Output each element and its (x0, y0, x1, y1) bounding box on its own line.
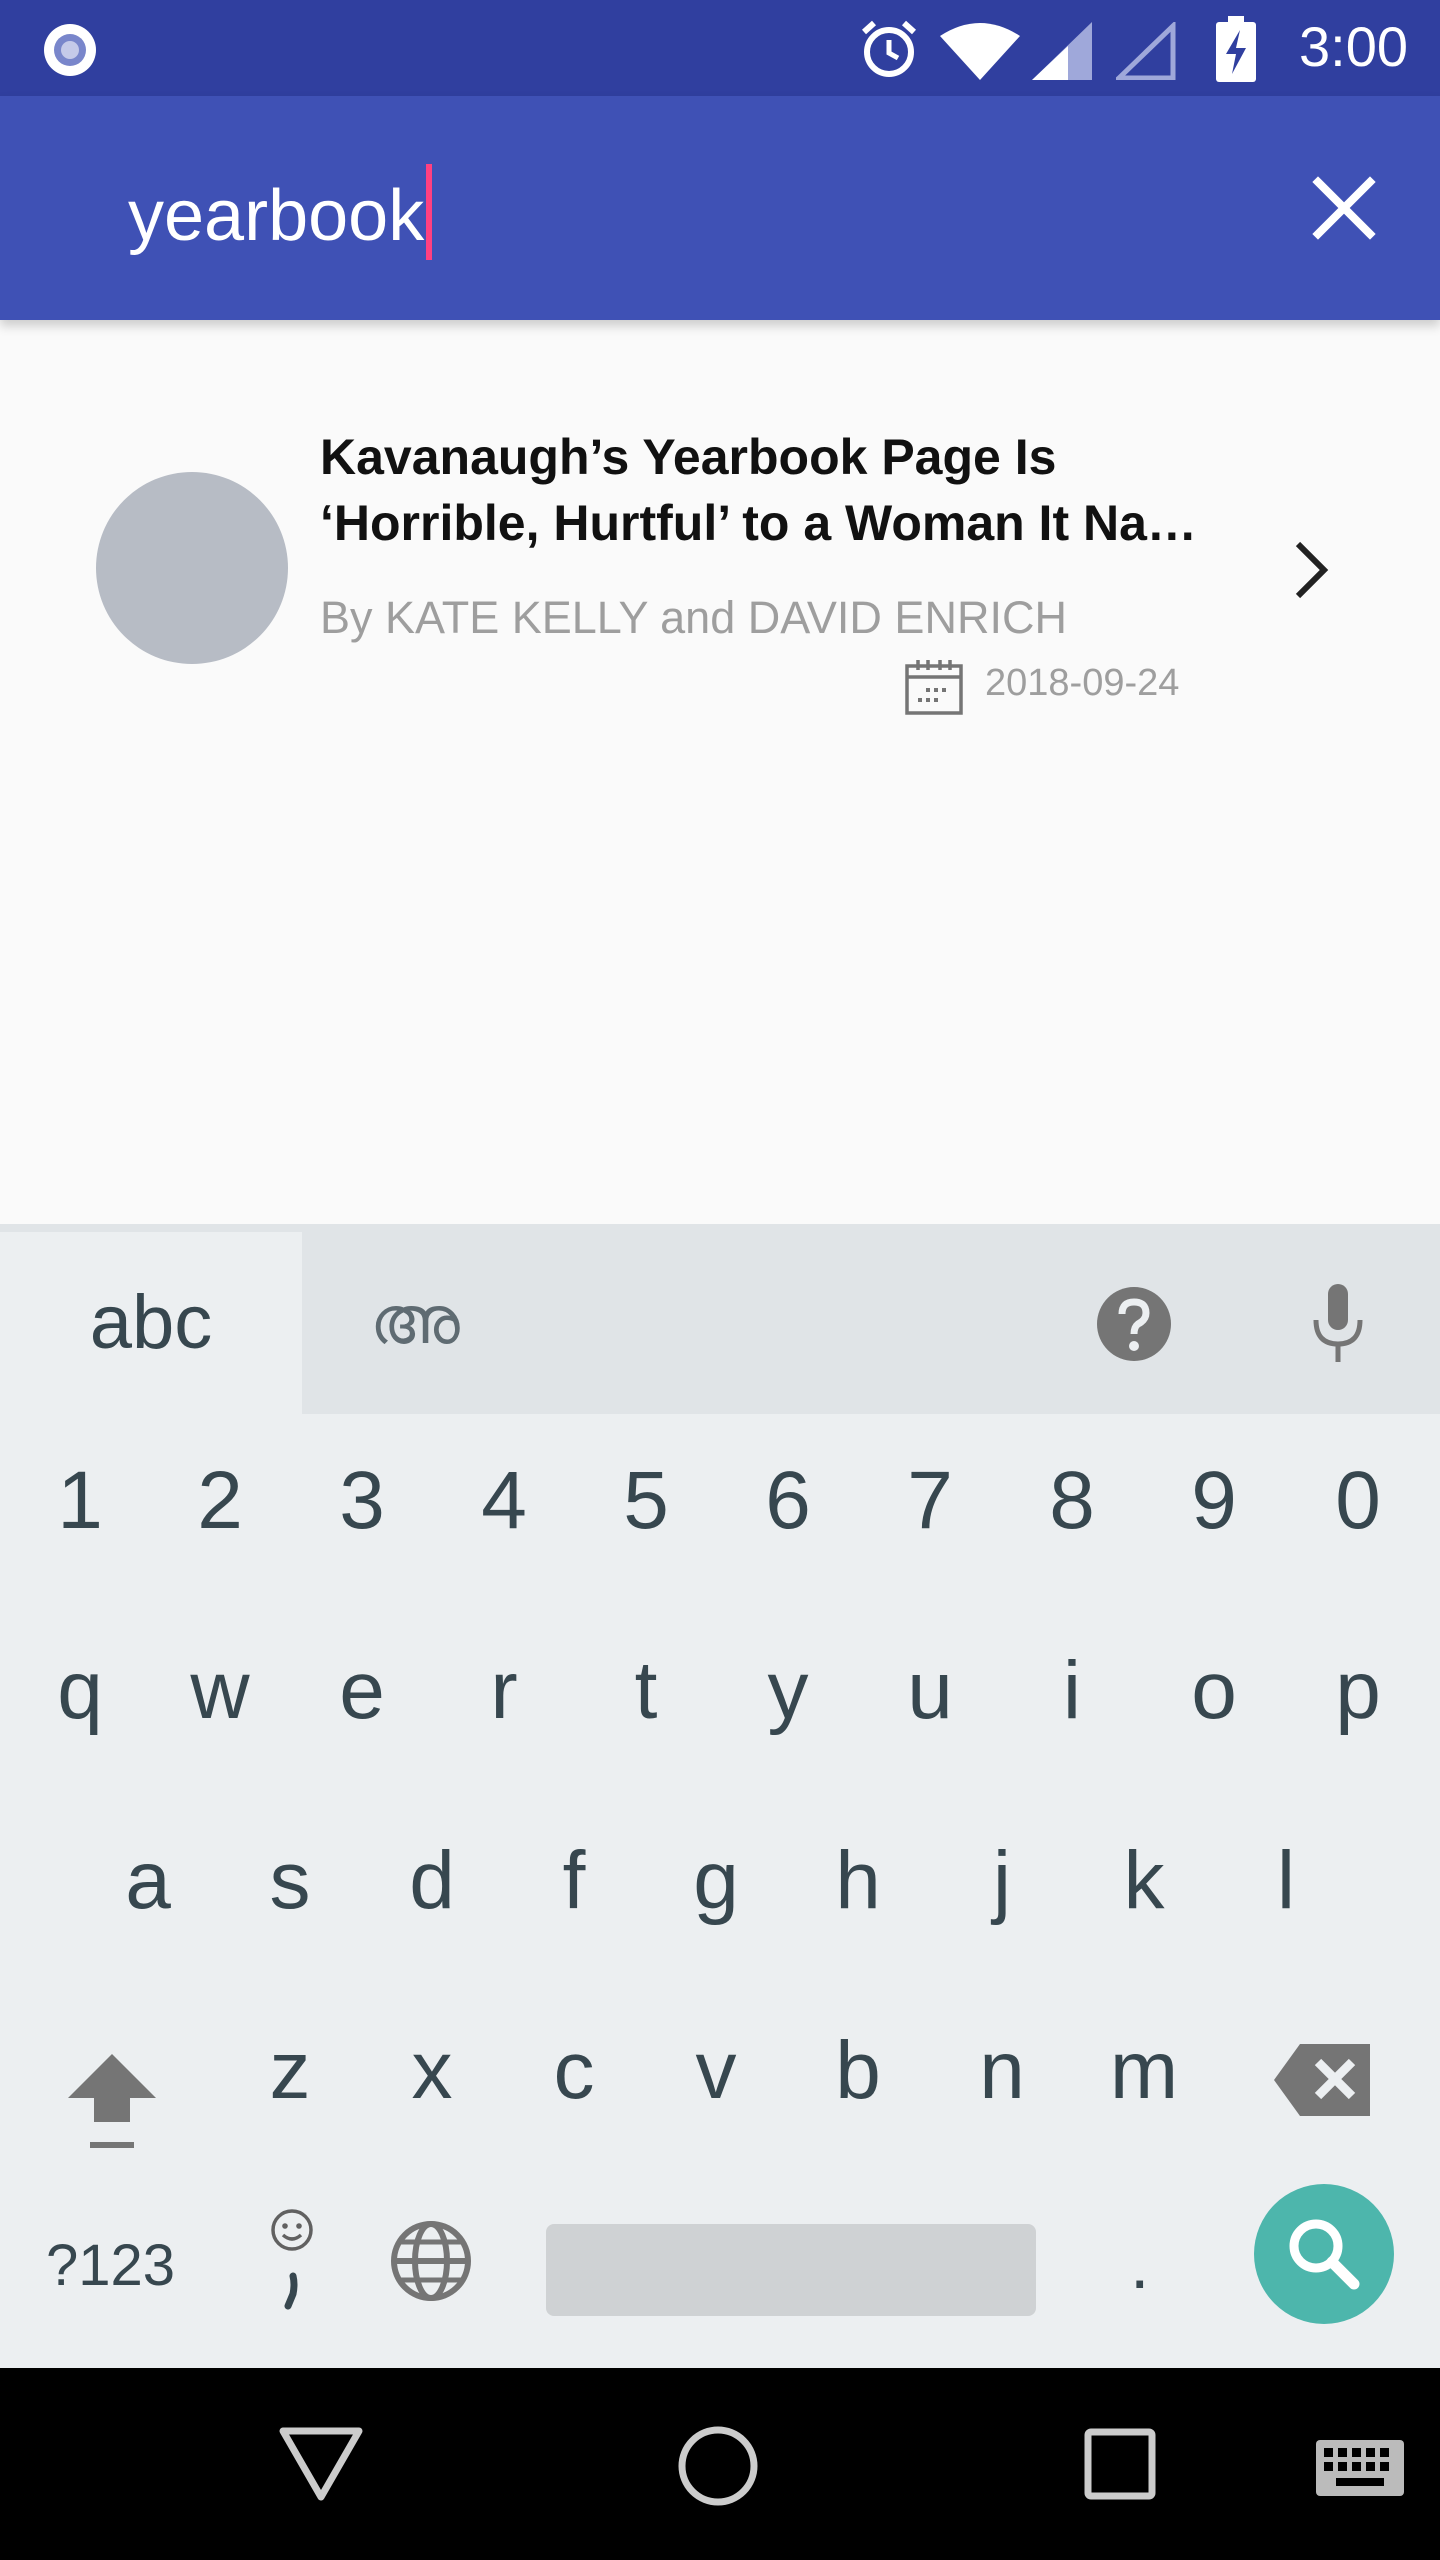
search-input[interactable]: yearbook (128, 164, 433, 260)
space-key[interactable] (546, 2224, 1036, 2316)
recents-icon[interactable] (1084, 2428, 1156, 2500)
article-date: 2018-09-24 (985, 662, 1180, 704)
status-time: 3:00 (1299, 15, 1408, 78)
text-cursor (426, 164, 433, 260)
key-9[interactable]: 9 (1174, 1454, 1254, 1548)
cell-signal-empty-icon (1116, 22, 1176, 80)
key-1[interactable]: 1 (40, 1454, 120, 1548)
calendar-icon (905, 660, 963, 715)
key-t[interactable]: t (606, 1644, 686, 1738)
letter-row-q: q w e r t y u i o p (0, 1644, 1440, 1744)
navigation-bar (0, 2368, 1440, 2560)
key-i[interactable]: i (1032, 1644, 1112, 1738)
key-c[interactable]: c (534, 2024, 614, 2118)
key-f[interactable]: f (534, 1834, 614, 1928)
battery-charging-icon (1216, 16, 1256, 82)
key-6[interactable]: 6 (748, 1454, 828, 1548)
key-v[interactable]: v (676, 2024, 756, 2118)
key-e[interactable]: e (322, 1644, 402, 1738)
avatar (96, 472, 288, 664)
key-j[interactable]: j (962, 1834, 1042, 1928)
status-bar: 3:00 (0, 0, 1440, 96)
list-item[interactable]: Kavanaugh’s Yearbook Page Is ‘Horrible, … (0, 400, 1440, 740)
key-8[interactable]: 8 (1032, 1454, 1112, 1548)
key-u[interactable]: u (890, 1644, 970, 1738)
key-k[interactable]: k (1104, 1834, 1184, 1928)
keyboard-tab-abc[interactable]: abc (0, 1232, 302, 1414)
soft-keyboard: abc അ 1 2 3 4 5 6 7 8 9 0 q w e r t y u … (0, 1224, 1440, 2368)
emoji-comma-key[interactable] (262, 2204, 322, 2314)
key-s[interactable]: s (250, 1834, 330, 1928)
article-title: Kavanaugh’s Yearbook Page Is ‘Horrible, … (320, 424, 1240, 556)
key-l[interactable]: l (1246, 1834, 1326, 1928)
key-x[interactable]: x (392, 2024, 472, 2118)
globe-icon[interactable] (390, 2220, 472, 2302)
key-7[interactable]: 7 (890, 1454, 970, 1548)
key-r[interactable]: r (464, 1644, 544, 1738)
letter-row-z: z x c v b n m (0, 2024, 1440, 2124)
key-z[interactable]: z (250, 2024, 330, 2118)
microphone-icon[interactable] (1310, 1284, 1366, 1364)
key-w[interactable]: w (180, 1644, 260, 1738)
key-4[interactable]: 4 (464, 1454, 544, 1548)
key-2[interactable]: 2 (180, 1454, 260, 1548)
help-icon[interactable] (1094, 1284, 1174, 1364)
alarm-icon (861, 20, 917, 77)
key-b[interactable]: b (818, 2024, 898, 2118)
key-q[interactable]: q (40, 1644, 120, 1738)
search-app-bar: yearbook (0, 96, 1440, 320)
key-g[interactable]: g (676, 1834, 756, 1928)
keyboard-language-bar: abc അ (0, 1224, 1440, 1414)
keyboard-icon[interactable] (1316, 2440, 1404, 2496)
period-key[interactable]: . (1130, 2224, 1149, 2304)
notification-icon (44, 24, 96, 76)
search-icon (1289, 2219, 1360, 2290)
article-title-line: ‘Horrible, Hurtful’ to a Woman It Na… (320, 495, 1197, 551)
backspace-icon[interactable] (1274, 2042, 1374, 2118)
chevron-right-icon[interactable] (1284, 534, 1336, 606)
cell-signal-icon (1032, 22, 1092, 80)
search-key[interactable] (1254, 2184, 1394, 2324)
key-m[interactable]: m (1104, 2024, 1184, 2118)
key-o[interactable]: o (1174, 1644, 1254, 1738)
close-icon[interactable] (1304, 168, 1384, 248)
wifi-icon (940, 23, 1020, 80)
article-byline: By KATE KELLY and DAVID ENRICH (320, 592, 1067, 643)
key-y[interactable]: y (748, 1644, 828, 1738)
letter-row-a: a s d f g h j k l (0, 1834, 1440, 1934)
key-3[interactable]: 3 (322, 1454, 402, 1548)
home-icon[interactable] (676, 2424, 760, 2508)
key-n[interactable]: n (962, 2024, 1042, 2118)
key-a[interactable]: a (108, 1834, 188, 1928)
shift-icon[interactable] (64, 2046, 160, 2156)
search-query-text: yearbook (128, 176, 425, 256)
key-p[interactable]: p (1318, 1644, 1398, 1738)
symbols-toggle-key[interactable]: ?123 (46, 2232, 175, 2299)
number-row: 1 2 3 4 5 6 7 8 9 0 (0, 1454, 1440, 1554)
key-0[interactable]: 0 (1318, 1454, 1398, 1548)
key-h[interactable]: h (818, 1834, 898, 1928)
article-title-line: Kavanaugh’s Yearbook Page Is (320, 429, 1057, 485)
keyboard-tab-malayalam[interactable]: അ (370, 1282, 460, 1361)
key-d[interactable]: d (392, 1834, 472, 1928)
back-icon[interactable] (278, 2426, 364, 2502)
key-5[interactable]: 5 (606, 1454, 686, 1548)
